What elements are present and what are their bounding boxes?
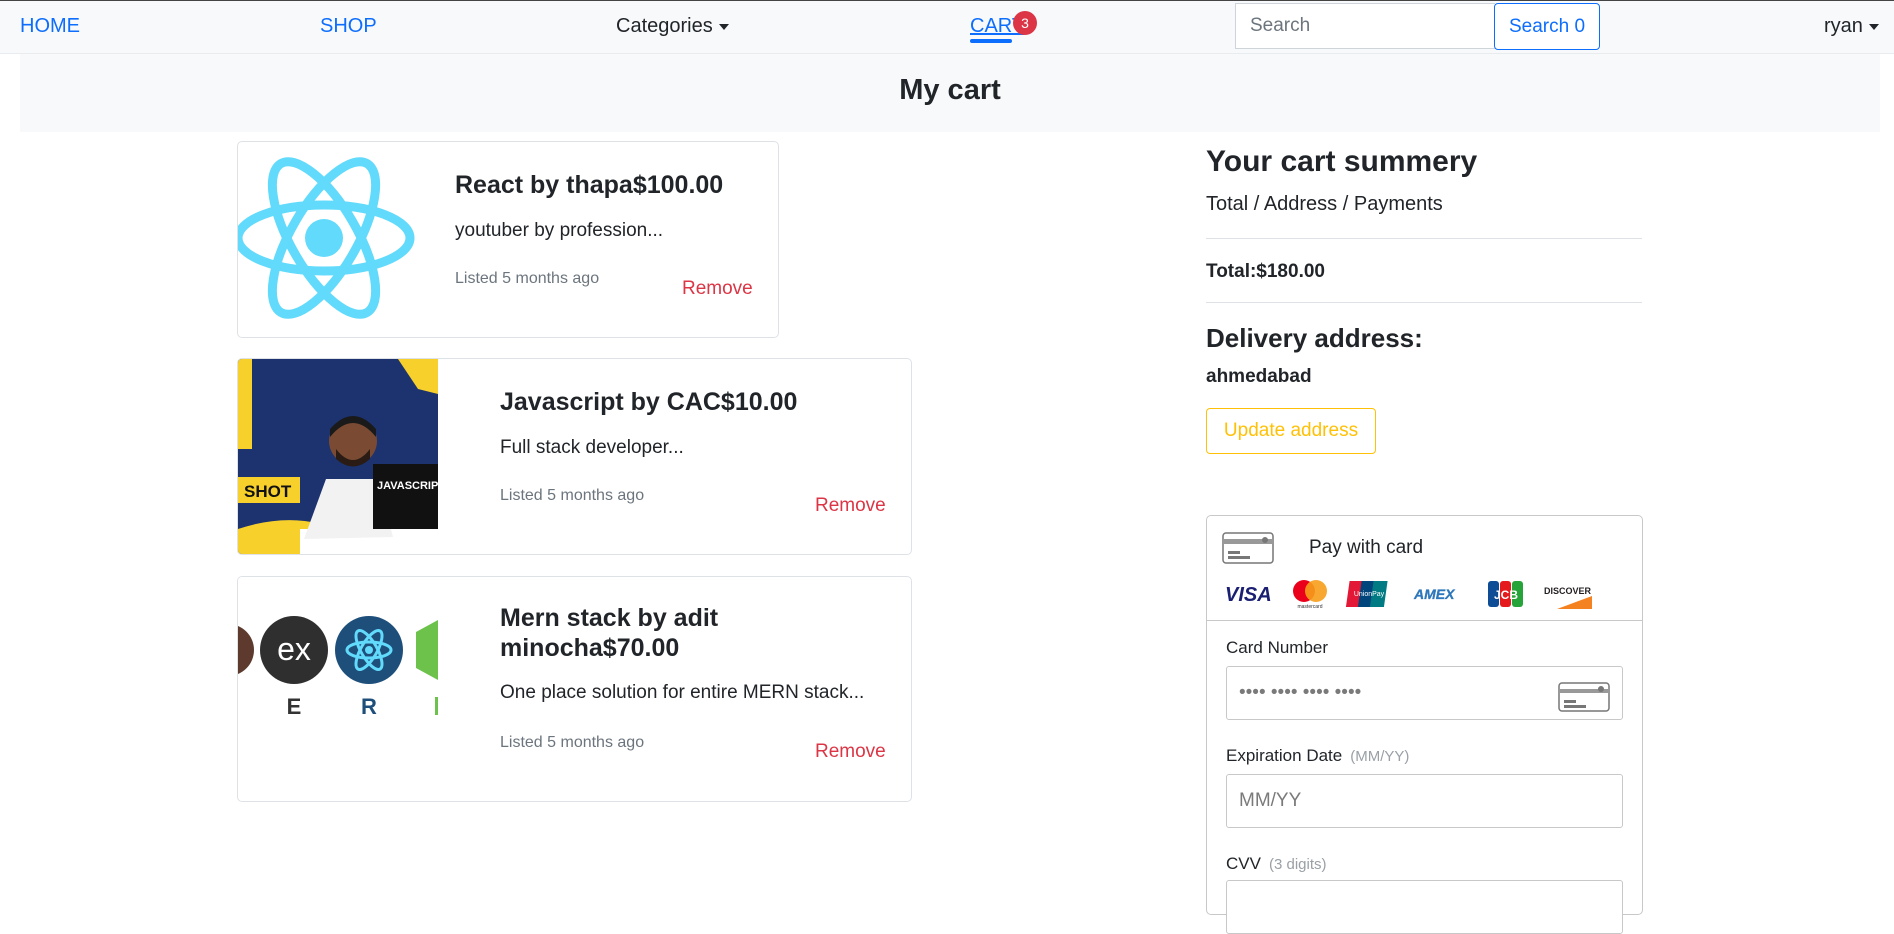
credit-card-icon (1222, 532, 1274, 564)
svg-text:mastercard: mastercard (1297, 604, 1322, 610)
remove-item-button[interactable]: Remove (815, 741, 886, 763)
search-input[interactable] (1235, 3, 1495, 49)
summary-title: Your cart summery (1206, 145, 1478, 178)
mern-stack-logos-image: ex E R (238, 577, 438, 727)
mastercard-icon: mastercard (1293, 580, 1327, 610)
page-title: My cart (899, 74, 1001, 106)
nav-shop-link[interactable]: SHOP (320, 15, 377, 38)
cvv-input[interactable] (1226, 880, 1623, 934)
nav-home-link[interactable]: HOME (20, 15, 80, 38)
cart-item-listed-date: Listed 5 months ago (500, 734, 645, 751)
cart-total: Total:$180.00 (1206, 261, 1325, 282)
remove-item-button[interactable]: Remove (815, 495, 886, 517)
react-logo-image (238, 157, 415, 319)
svg-text:JCB: JCB (1494, 588, 1518, 602)
card-brand-logos: VISA mastercard UnionPay AMEX JCB DISCOV… (1225, 580, 1592, 610)
cart-item-description: One place solution for entire MERN stack… (500, 682, 865, 703)
cart-item-title: React by thapa$100.00 (455, 171, 724, 199)
cart-item-description: youtuber by profession... (455, 220, 664, 241)
active-link-indicator (970, 39, 1012, 43)
user-menu-dropdown[interactable]: ryan (1824, 15, 1879, 38)
cart-item-card: React by thapa$100.00 youtuber by profes… (237, 141, 779, 338)
page-header: My cart (20, 54, 1880, 132)
navbar: HOME SHOP Categories CART 3 Search 0 rya… (0, 0, 1894, 54)
nav-categories-label: Categories (616, 15, 713, 37)
mern-letter-e: E (287, 694, 302, 719)
card-number-label: Card Number (1226, 638, 1329, 657)
update-address-button[interactable]: Update address (1206, 408, 1376, 454)
cvv-hint: (3 digits) (1268, 856, 1327, 873)
cart-item-title: Javascript by CAC$10.00 (500, 388, 798, 416)
search-button[interactable]: Search 0 (1494, 3, 1600, 50)
cart-item-listed-date: Listed 5 months ago (455, 270, 600, 287)
svg-text:VISA: VISA (1225, 584, 1272, 606)
unionpay-icon: UnionPay (1345, 581, 1388, 607)
cart-item-title-line2: minocha$70.00 (500, 634, 680, 662)
pay-with-card-label: Pay with card (1309, 537, 1424, 558)
expiration-date-label: Expiration Date (MM/YY) (1226, 746, 1409, 766)
delivery-address-value: ahmedabad (1206, 366, 1312, 387)
express-logo-text: ex (277, 631, 311, 667)
cvv-label: CVV (3 digits) (1226, 854, 1327, 874)
cart-item-title: Mern stack by adit minocha$70.00 (500, 603, 718, 663)
expiration-date-hint: (MM/YY) (1350, 748, 1410, 765)
svg-text:UnionPay: UnionPay (1354, 591, 1385, 598)
cart-count-badge: 3 (1013, 11, 1037, 35)
javascript-course-thumbnail: SHOT JAVASCRIPT (238, 359, 438, 554)
divider (1206, 302, 1642, 303)
summary-subtitle: Total / Address / Payments (1206, 193, 1443, 215)
chevron-down-icon (1868, 23, 1879, 30)
divider (1206, 238, 1642, 239)
chevron-down-icon (718, 23, 729, 30)
mern-letter-r: R (361, 694, 377, 719)
thumbnail-text-javascript: JAVASCRIPT (377, 480, 438, 492)
cart-item-title-line1: Mern stack by adit (500, 604, 719, 632)
svg-text:DISCOVER: DISCOVER (1544, 586, 1592, 596)
divider (1207, 620, 1642, 621)
jcb-icon: JCB (1488, 581, 1523, 607)
credit-card-icon (1558, 682, 1610, 712)
cvv-label-text: CVV (1226, 854, 1261, 873)
visa-icon: VISA (1225, 584, 1272, 606)
nav-categories-dropdown[interactable]: Categories (616, 15, 729, 38)
cart-item-description: Full stack developer... (500, 437, 684, 458)
delivery-address-title: Delivery address: (1206, 323, 1423, 353)
cart-item-card: ex E R Mern stack by adit minocha$70.00 O… (237, 576, 912, 802)
user-name: ryan (1824, 15, 1863, 37)
expiration-date-label-text: Expiration Date (1226, 746, 1343, 765)
svg-text:AMEX: AMEX (1413, 586, 1456, 602)
thumbnail-text-shot: SHOT (244, 482, 292, 501)
cart-item-card: SHOT JAVASCRIPT Javascript by CAC$10.00 … (237, 358, 912, 555)
discover-icon: DISCOVER (1544, 586, 1592, 609)
payment-form: Pay with card VISA mastercard UnionPay A… (1206, 515, 1643, 934)
amex-icon: AMEX (1413, 586, 1456, 602)
cart-item-listed-date: Listed 5 months ago (500, 487, 645, 504)
expiration-date-input[interactable] (1226, 774, 1623, 828)
remove-item-button[interactable]: Remove (682, 278, 753, 300)
